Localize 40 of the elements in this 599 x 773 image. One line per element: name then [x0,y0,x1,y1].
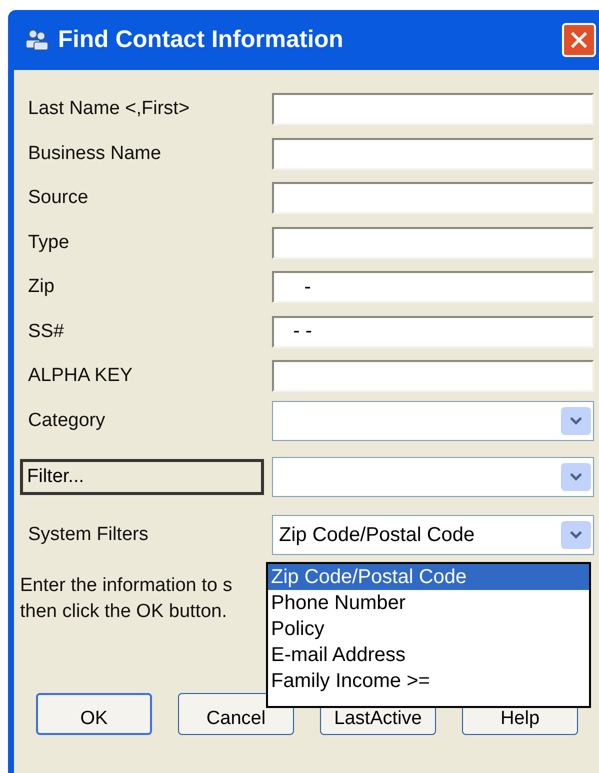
field-label: ALPHA KEY [28,364,134,388]
chevron-down-icon [569,416,583,426]
dropdown-option[interactable]: Zip Code/Postal Code [268,564,589,590]
field-label: Last Name <,First> [28,97,191,121]
close-button[interactable] [562,23,596,57]
dialog-button[interactable]: OK [36,693,152,735]
text-field[interactable]: - - [272,316,594,348]
field-label: Type [28,230,70,254]
text-field[interactable] [272,138,594,170]
people-icon [24,28,50,52]
combo-box[interactable] [272,400,594,441]
dropdown-button[interactable] [561,406,591,435]
chevron-down-icon [569,472,583,482]
text-field[interactable] [272,360,594,392]
dropdown-button[interactable] [561,463,591,491]
field-label: Category [28,408,106,432]
dialog-button[interactable]: Cancel [178,693,294,735]
combo-value: Zip Code/Postal Code [278,523,476,548]
text-field[interactable] [272,182,594,214]
field-label: SS# [28,320,65,344]
combo-box[interactable] [272,457,594,497]
field-label: Business Name [28,142,162,166]
text-field[interactable] [272,93,594,126]
field-label: Source [28,186,90,210]
close-icon [570,31,588,49]
dropdown-option[interactable]: E-mail Address [268,642,589,668]
filter-button[interactable]: Filter... [20,459,264,495]
chevron-down-icon [569,530,583,540]
text-field[interactable]: - [272,271,594,304]
dropdown-option[interactable]: Family Income >= [268,668,589,694]
instruction-text: then click the OK button. [20,600,228,624]
dropdown-option[interactable]: Policy [268,616,589,642]
dropdown-option[interactable]: Phone Number [268,590,589,616]
field-label: System Filters [28,522,150,547]
window-title: Find Contact Information [58,25,344,55]
field-label: Zip [28,275,56,299]
instruction-text: Enter the information to s [20,574,232,598]
text-field[interactable] [272,226,594,259]
combo-box[interactable]: Zip Code/Postal Code [272,515,594,555]
dropdown-button[interactable] [561,521,591,549]
